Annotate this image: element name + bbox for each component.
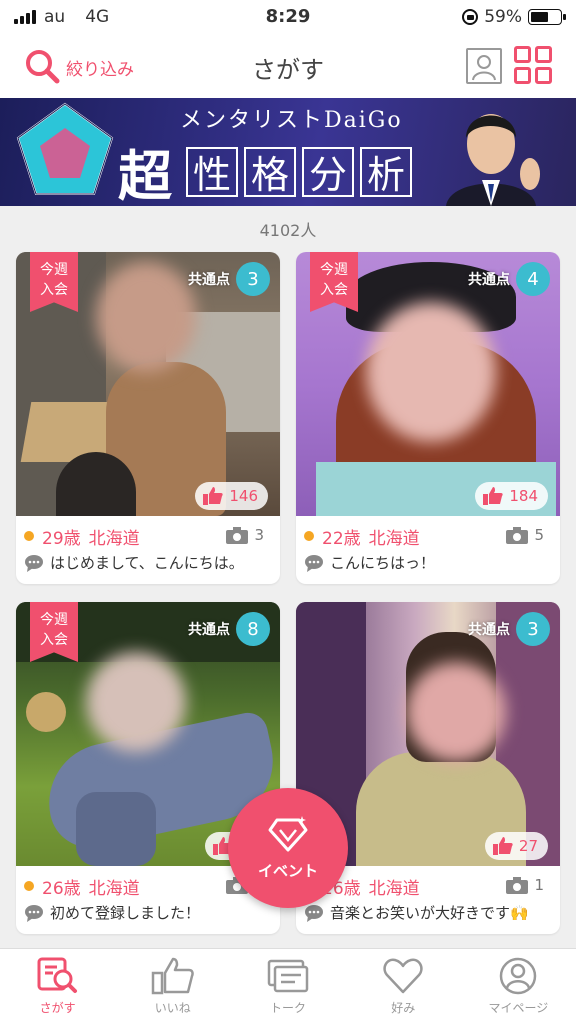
heart-icon [383,958,423,994]
photo-count-value: 5 [534,526,544,544]
tab-mypage[interactable]: マイページ [461,949,576,1024]
rotation-lock-icon [462,9,479,25]
banner-char: 格 [244,146,296,197]
thumbs-up-icon [203,487,224,505]
message-text: 音楽とお笑いが大好きです🙌 [330,904,529,922]
common-count: 3 [236,262,270,296]
common-points: 共通点 4 [468,262,550,296]
prefecture-label: 北海道 [88,878,140,899]
camera-icon [226,526,249,544]
message-text: 初めて登録しました！ [50,904,201,922]
profile-meta: 26歳 北海道 2 [24,874,272,899]
thumbs-up-icon [151,957,194,995]
tab-search[interactable]: さがす [0,949,115,1024]
profile-card[interactable]: 今週 入会 共通点 3 146 29歳 北海道 3 はじめまして、こんにちは。 [16,252,280,584]
photo-count: 5 [506,526,544,544]
common-label: 共通点 [188,272,230,288]
banner-main-first: 超 [118,144,172,206]
tab-talk[interactable]: トーク [230,949,345,1024]
thumbs-up-icon [483,487,504,505]
tab-likes[interactable]: いいね [115,949,230,1024]
profile-view-button[interactable] [466,48,502,84]
online-indicator [24,881,34,891]
age-label: 26歳 [42,878,81,899]
prefecture-label: 北海道 [368,528,420,549]
message-text: はじめまして、こんにちは。 [50,554,244,572]
age-label: 22歳 [322,528,361,549]
profile-message: 初めて登録しました！ [24,902,274,923]
photo-count-value: 1 [534,876,544,894]
online-indicator [304,531,314,541]
speech-bubble-icon [25,554,43,572]
grid-view-button[interactable] [514,46,552,84]
photo-count-value: 3 [254,526,264,544]
profile-meta: 22歳 北海道 5 [304,524,552,549]
speech-bubble-icon [25,904,43,922]
online-indicator [24,531,34,541]
message-text: こんにちはっ！ [330,554,436,572]
event-button[interactable]: イベント [228,788,348,908]
banner-subtitle: メンタリストDaiGo [180,108,403,133]
banner-headline: 超 性 格 分 析 [118,132,412,206]
camera-icon [506,526,529,544]
tab-label: 好み [391,1001,416,1015]
app-header: 絞り込み さがす [0,34,576,98]
common-points: 共通点 3 [468,612,550,646]
profile-meta: 26歳 北海道 1 [304,874,552,899]
search-icon [37,957,77,993]
photo-count: 1 [506,876,544,894]
battery-percent: 59% [484,7,522,27]
speech-bubble-icon [305,554,323,572]
tab-bar: さがす いいね トーク 好み マイページ [0,948,576,1024]
tab-label: さがす [39,1001,76,1015]
tab-label: マイページ [488,1001,549,1015]
tab-preferences[interactable]: 好み [346,949,461,1024]
common-label: 共通点 [468,272,510,288]
banner-char: 析 [360,146,412,197]
photo-count: 3 [226,526,264,544]
common-label: 共通点 [188,622,230,638]
thumbs-up-icon [492,837,513,855]
chat-icon [267,959,309,993]
prefecture-label: 北海道 [88,528,140,549]
common-label: 共通点 [468,622,510,638]
banner-person-image [446,114,540,206]
age-label: 29歳 [42,528,81,549]
person-icon [472,55,496,81]
common-count: 3 [516,612,550,646]
tab-label: トーク [270,1001,307,1015]
promo-banner[interactable]: メンタリストDaiGo 超 性 格 分 析 [0,98,576,206]
common-points: 共通点 3 [188,262,270,296]
common-points: 共通点 8 [188,612,270,646]
profile-card[interactable]: 今週 入会 共通点 4 184 22歳 北海道 5 こんにちはっ！ [296,252,560,584]
status-bar: au 4G 8:29 59% [0,0,576,34]
battery-icon [528,9,566,25]
likes-count: 146 [229,487,258,505]
profile-message: はじめまして、こんにちは。 [24,552,274,573]
member-count: 4102人 [259,221,317,240]
common-count: 4 [516,262,550,296]
likes-count: 184 [509,487,538,505]
likes-badge: 184 [475,482,548,510]
banner-char: 分 [302,146,354,197]
speech-bubble-icon [305,904,323,922]
likes-badge: 146 [195,482,268,510]
event-label: イベント [257,861,318,880]
banner-char: 性 [186,146,238,197]
radar-chart-icon [16,102,114,195]
person-icon [500,957,537,995]
likes-badge: 27 [484,832,548,860]
camera-icon [506,876,529,894]
prefecture-label: 北海道 [368,878,420,899]
common-count: 8 [236,612,270,646]
tab-label: いいね [154,1001,191,1015]
diamond-heart-icon [268,815,308,851]
likes-count: 27 [518,837,538,855]
profile-message: 音楽とお笑いが大好きです🙌 [304,902,554,923]
profile-message: こんにちはっ！ [304,552,554,573]
profile-meta: 29歳 北海道 3 [24,524,272,549]
